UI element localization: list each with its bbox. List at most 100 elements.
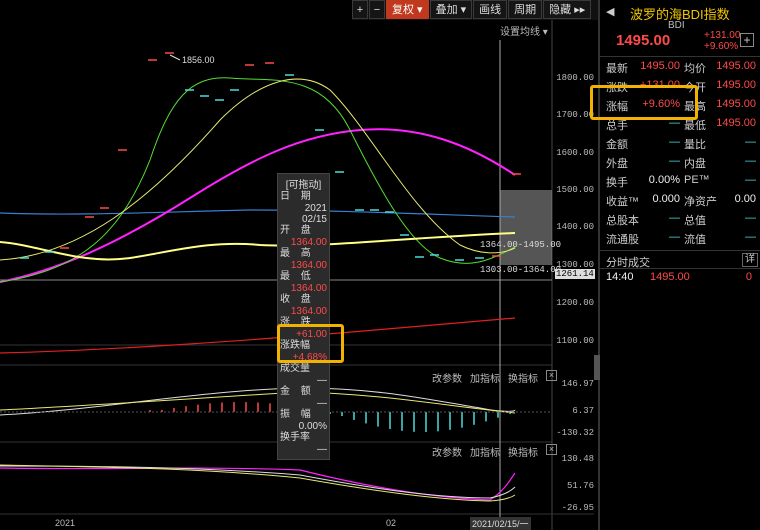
y-axis-label: 1200.00 [556,298,594,308]
change-value: +131.00 [704,30,741,41]
sub2-add-button[interactable]: 加指标 [470,444,500,459]
tooltip-value: 1364.00 [290,306,327,317]
sub2-params-button[interactable]: 改参数 [432,444,462,459]
y-axis-label: 1700.00 [556,110,594,120]
sub2-switch-button[interactable]: 换指标 [508,444,538,459]
tooltip-label: 日 期 [280,191,315,202]
change-pct: +9.60% [704,41,739,52]
adjust-button[interactable]: 复权 ▾ [386,0,429,19]
sub1-toolbar: 改参数 加指标 换指标 × [432,370,557,385]
peak-pointer [169,54,181,61]
quote-label: 内盘 [684,158,706,170]
ma-blue-line [0,209,516,218]
sub1-params-button[interactable]: 改参数 [432,370,462,385]
quote-row: 金额 — 量比 — [600,136,758,155]
divider [600,268,760,269]
quote-value: — [745,231,756,243]
quote-label: 外盘 [606,158,628,170]
sub1-y-label: 6.37 [572,406,594,416]
quote-label: 最新 [606,63,628,75]
ma-yellow-thin-line [0,78,516,261]
period-button[interactable]: 周期 [508,0,543,19]
instrument-title: 波罗的海BDI指数 [630,7,730,22]
tooltip-value: 0.00% [298,421,327,432]
divider [600,250,760,251]
overlay-button[interactable]: 叠加 ▾ [429,0,473,19]
quote-value: 0.000 [652,193,680,205]
sub2-y-label: 130.48 [561,454,594,464]
tick-time: 14:40 [606,271,634,283]
quote-value: — [745,174,756,186]
quote-value: — [669,231,680,243]
current-price-tag: 1261.14 [555,269,595,279]
zoom-in-button[interactable]: + [352,0,368,19]
quote-label: PE™ [684,174,710,186]
hide-indicators-button[interactable]: 隐藏 ▸▸ [543,0,592,19]
quote-value: 1495.00 [716,98,756,110]
macd-bars [149,402,511,432]
quote-row: 流通股 — 流值 — [600,231,758,250]
tooltip-label: 成交量 [280,363,310,374]
sub1-add-button[interactable]: 加指标 [470,370,500,385]
pct-highlight-box [277,324,344,363]
set-ma-button[interactable]: 设置均线 ▾ [500,23,548,38]
tooltip-label: 开 盘 [280,225,315,236]
tooltip-value: 02/15 [301,214,327,225]
quote-panel: ◀ 波罗的海BDI指数 BDI 1495.00 +131.00 +9.60% +… [590,0,760,530]
tick-detail-button[interactable]: 详 [742,253,758,267]
range-label-low: 1303.00-1364.00 [480,265,562,275]
quote-value: 0.00 [734,193,756,205]
chart-toolbar: + − 复权 ▾ 叠加 ▾ 画线 周期 隐藏 ▸▸ [352,0,598,20]
add-watchlist-button[interactable]: + [740,33,754,47]
tooltip-label: 金 额 [280,386,315,397]
tooltip-label: 最 低 [280,271,315,282]
tooltip-label: 振 幅 [280,409,315,420]
quote-value: 1495.00 [640,60,680,72]
tooltip-value: 1364.00 [290,260,327,271]
tooltip-label: 最 高 [280,248,315,259]
draw-line-button[interactable]: 画线 [473,0,508,19]
quote-value: 1495.00 [716,79,756,91]
quote-label: 换手 [606,177,628,189]
quote-label: 量比 [684,139,706,151]
sub1-switch-button[interactable]: 换指标 [508,370,538,385]
quote-row: 外盘 — 内盘 — [600,155,758,174]
tick-row: 14:40 1495.00 0 [600,271,758,290]
quote-row: 收益™ 0.000 净资产 0.00 [600,193,758,212]
y-axis-label: 1100.00 [556,336,594,346]
peak-label: 1856.00 [182,55,215,65]
zoom-out-button[interactable]: − [369,0,385,19]
panel-collapse-handle[interactable] [594,355,600,380]
kline-chart[interactable]: 1800.00 1700.00 1600.00 1500.00 1400.00 … [0,20,595,530]
quote-label: 均价 [684,63,706,75]
quote-label: 流值 [684,234,706,246]
tooltip-drag-handle[interactable]: [可拖动] [278,174,329,191]
quote-value: 0.00% [648,174,680,186]
tick-volume: 0 [745,271,752,283]
quote-label: 金额 [606,139,628,151]
quote-value: — [669,212,680,224]
range-label-high: 1364.00-1495.00 [480,240,562,250]
sub2-y-label: -26.95 [561,503,594,513]
y-axis-label: 1400.00 [556,222,594,232]
tooltip-label: 收 盘 [280,294,315,305]
sub2-y-label: 51.76 [566,481,594,491]
quote-value: — [745,136,756,148]
x-axis-label: 2021 [55,518,76,528]
tooltip-value: 1364.00 [290,283,327,294]
tooltip-value: 2021 [304,203,327,214]
sub2-toolbar: 改参数 加指标 换指标 × [432,444,557,459]
quote-value: — [669,155,680,167]
ma-red-line [0,317,516,354]
last-price: 1495.00 [616,32,671,49]
tooltip-value: — [317,444,327,455]
quote-value: — [745,155,756,167]
sub1-y-label: 146.97 [561,379,594,389]
candle-tooltip[interactable]: [可拖动] 日 期 2021 02/15 开 盘 1364.00 最 高 136… [277,173,330,460]
y-axis-label: 1800.00 [556,73,594,83]
back-arrow-icon[interactable]: ◀ [606,5,614,18]
sub1-y-label: -130.32 [556,428,594,438]
price-range-box [500,190,552,265]
x-axis-label: 02 [386,518,397,528]
x-cursor-label: 2021/02/15/一 [470,517,531,530]
